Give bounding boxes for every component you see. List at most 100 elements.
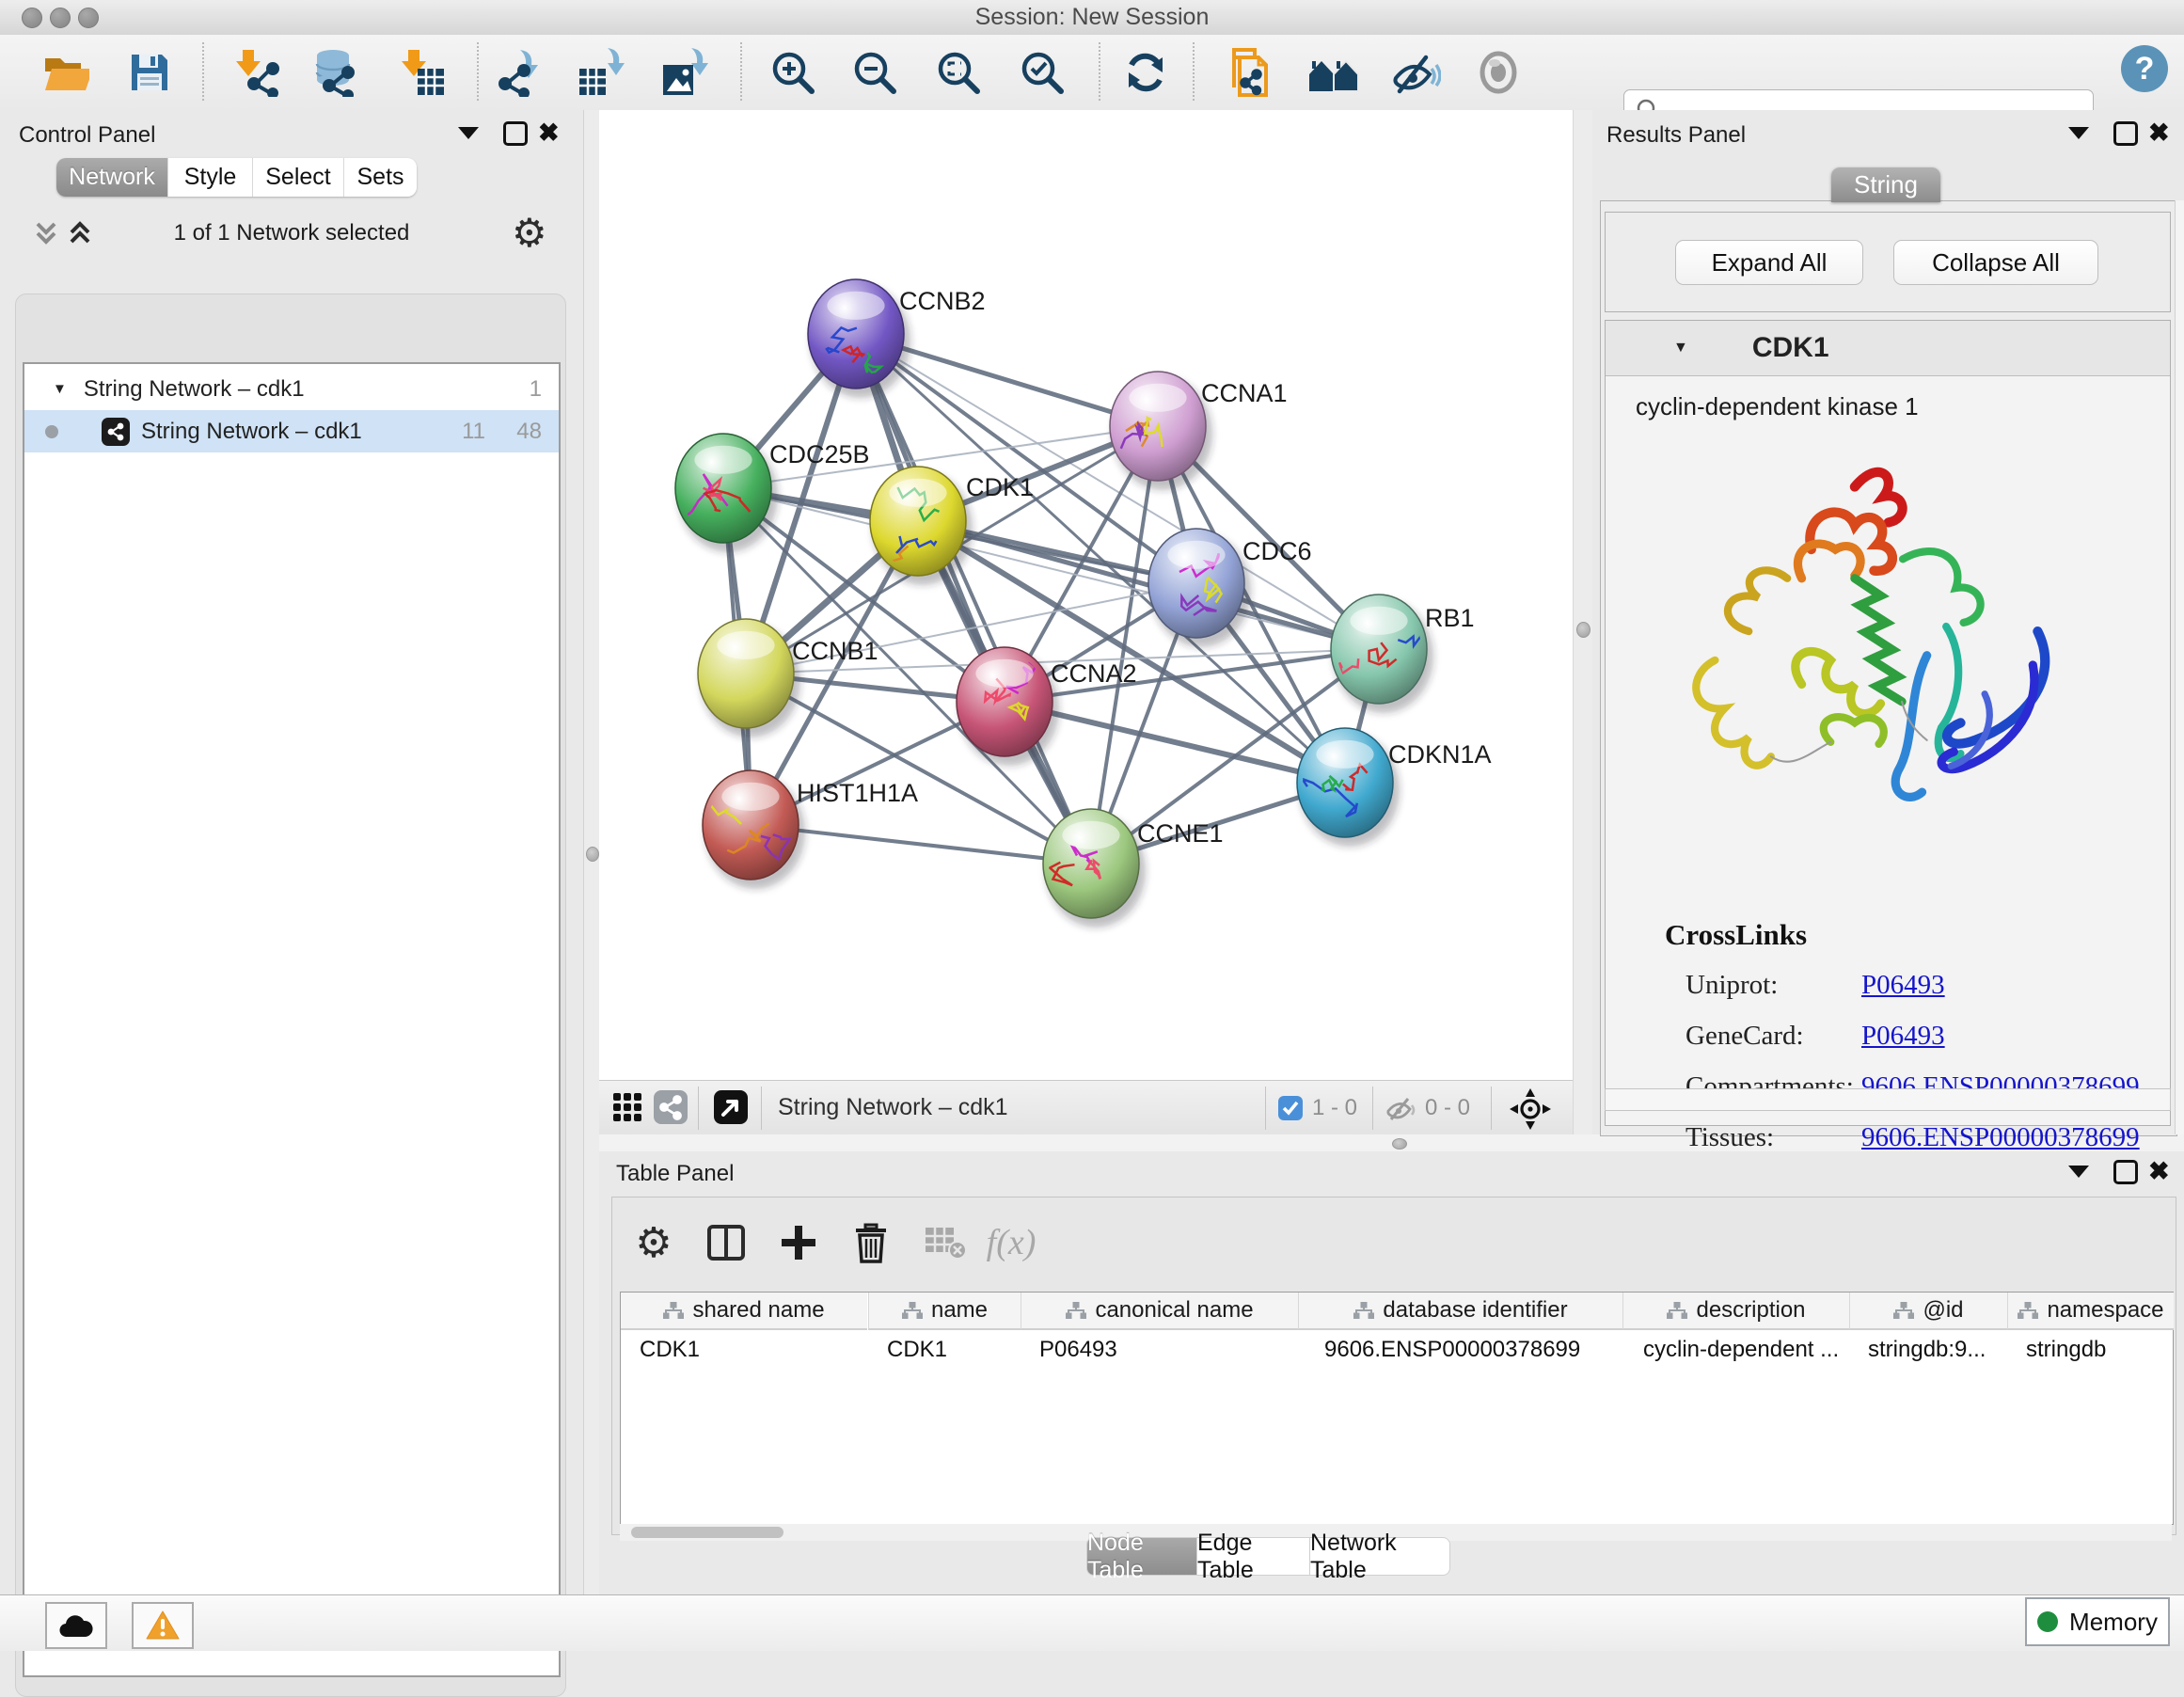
network-options-gear-icon[interactable]: ⚙ [512,210,547,256]
control-panel-close-button[interactable]: ✖ [538,123,560,142]
save-session-button[interactable] [123,46,176,99]
column-header-description[interactable]: description [1622,1293,1849,1330]
network-node-HIST1H1A[interactable]: HIST1H1A [703,770,918,889]
table-cell[interactable]: stringdb [2007,1330,2173,1370]
zoom-out-icon [850,48,899,97]
horizontal-splitter-handle[interactable] [1392,1138,1407,1150]
section-disclosure-icon[interactable]: ▼ [1673,340,1688,357]
network-node-CDC6[interactable]: CDC6 [1148,529,1312,647]
network-node-CCNE1[interactable]: CCNE1 [1043,809,1224,928]
column-header-canonical-name[interactable]: canonical name [1021,1293,1298,1330]
crosslink-label: Uniprot: [1685,970,1778,1001]
tab-node-table[interactable]: Node Table [1086,1537,1198,1576]
results-vscrollbar[interactable] [2175,200,2184,1134]
add-column-plus-icon[interactable] [774,1218,823,1267]
export-image-button[interactable] [657,46,710,99]
network-node-label: CDC6 [1242,537,1312,565]
selected-checkbox-icon[interactable] [1278,1096,1303,1120]
network-node-CDKN1A[interactable]: CDKN1A [1297,728,1492,847]
memory-button[interactable]: Memory [2025,1597,2170,1646]
expand-all-button[interactable]: Expand All [1675,240,1863,285]
table-cell[interactable]: P06493 [1021,1330,1297,1370]
grid-view-icon[interactable] [613,1093,643,1123]
string-network-badge-icon [102,418,130,446]
collapse-all-button[interactable]: Collapse All [1893,240,2098,285]
gene-section-header[interactable]: ▼ CDK1 [1606,321,2170,376]
table-columns-icon[interactable] [702,1218,751,1267]
new-network-from-selection-button[interactable] [1223,46,1275,99]
right-splitter-handle[interactable] [1576,622,1591,638]
delete-column-trash-icon[interactable] [847,1218,895,1267]
cloud-status-button[interactable] [45,1602,107,1649]
refresh-view-button[interactable] [1119,46,1172,99]
results-hscrollbar[interactable] [1605,1088,2171,1111]
column-header-database-identifier[interactable]: database identifier [1298,1293,1622,1330]
tab-edge-table[interactable]: Edge Table [1196,1537,1311,1576]
crosslink-label: Tissues: [1685,1122,1774,1153]
column-header-shared-name[interactable]: shared name [621,1293,867,1330]
open-session-button[interactable] [40,46,92,99]
zoom-fit-button[interactable] [932,46,985,99]
import-network-from-database-button[interactable] [309,46,361,99]
crosslink-tissues-link[interactable]: 9606.ENSP00000378699 [1861,1122,2140,1153]
warning-status-button[interactable] [132,1602,194,1649]
memory-label: Memory [2069,1608,2158,1637]
network-node-CDC25B[interactable]: CDC25B [675,434,870,552]
tab-select[interactable]: Select [252,158,343,197]
title-bar: Session: New Session [0,0,2184,36]
zoom-out-button[interactable] [848,46,901,99]
table-cell[interactable]: CDK1 [868,1330,1020,1370]
column-type-icon [663,1302,684,1319]
tab-network-table[interactable]: Network Table [1309,1537,1450,1576]
table-cell[interactable]: CDK1 [621,1330,867,1370]
export-network-button[interactable] [494,46,546,99]
table-settings-gear-icon[interactable]: ⚙ [629,1218,678,1267]
table-cell[interactable]: cyclin-dependent ... [1624,1330,1850,1370]
control-panel-menu-button[interactable] [458,127,479,139]
tab-network[interactable]: Network [56,158,167,197]
network-node-CCNB2[interactable]: CCNB2 [808,279,986,398]
results-panel-float-button[interactable] [2113,121,2138,146]
results-tab-string[interactable]: String [1831,167,1940,202]
column-header-name[interactable]: name [868,1293,1021,1330]
control-panel-title: Control Panel [19,122,155,149]
first-neighbors-button[interactable] [1307,46,1360,99]
table-panel-title: Table Panel [616,1161,734,1187]
table-panel-float-button[interactable] [2113,1160,2138,1184]
table-panel-close-button[interactable]: ✖ [2148,1162,2170,1181]
network-share-view-icon[interactable] [654,1090,688,1124]
network-collection-row[interactable]: ▼ String Network – cdk1 1 [24,368,559,410]
results-panel-close-button[interactable]: ✖ [2148,123,2170,142]
help-button[interactable]: ? [2118,42,2171,95]
crosslink-uniprot-link[interactable]: P06493 [1861,970,1945,1001]
tab-sets[interactable]: Sets [343,158,417,197]
export-table-button[interactable] [574,46,626,99]
left-splitter-handle[interactable] [586,847,599,862]
network-node-CCNA1[interactable]: CCNA1 [1110,372,1288,490]
birdseye-view-icon[interactable] [714,1090,748,1124]
results-panel-menu-button[interactable] [2068,127,2089,139]
import-table-button[interactable] [395,46,448,99]
table-cell[interactable]: 9606.ENSP00000378699 [1306,1330,1629,1370]
control-panel-float-button[interactable] [503,121,528,146]
right-splitter[interactable] [1573,110,1594,1134]
network-node-CDK1[interactable]: CDK1 [870,467,1034,585]
table-hscrollbar-thumb[interactable] [631,1527,783,1538]
table-cell[interactable]: stringdb:9... [1849,1330,2006,1370]
zoom-in-button[interactable] [767,46,819,99]
disclosure-triangle-icon[interactable]: ▼ [53,381,67,397]
import-network-button[interactable] [229,46,282,99]
hide-selected-button[interactable] [1389,46,1442,99]
column-header-id[interactable]: @id [1849,1293,2007,1330]
tab-style[interactable]: Style [167,158,252,197]
column-header-namespace[interactable]: namespace [2007,1293,2174,1330]
toolbar-separator [740,42,742,101]
table-panel-menu-button[interactable] [2068,1166,2089,1178]
network-node-RB1[interactable]: RB1 [1331,595,1475,713]
network-row-selected[interactable]: String Network – cdk1 11 48 [24,410,559,452]
crosslink-genecard-link[interactable]: P06493 [1861,1021,1945,1052]
zoom-selected-button[interactable] [1016,46,1068,99]
show-all-button[interactable] [1472,46,1525,99]
network-canvas[interactable]: CCNB2CCNA1CDC25BCDK1CDC6RB1CCNB1CCNA2CDK… [599,110,1573,1080]
crosshair-fit-icon[interactable] [1510,1088,1551,1130]
